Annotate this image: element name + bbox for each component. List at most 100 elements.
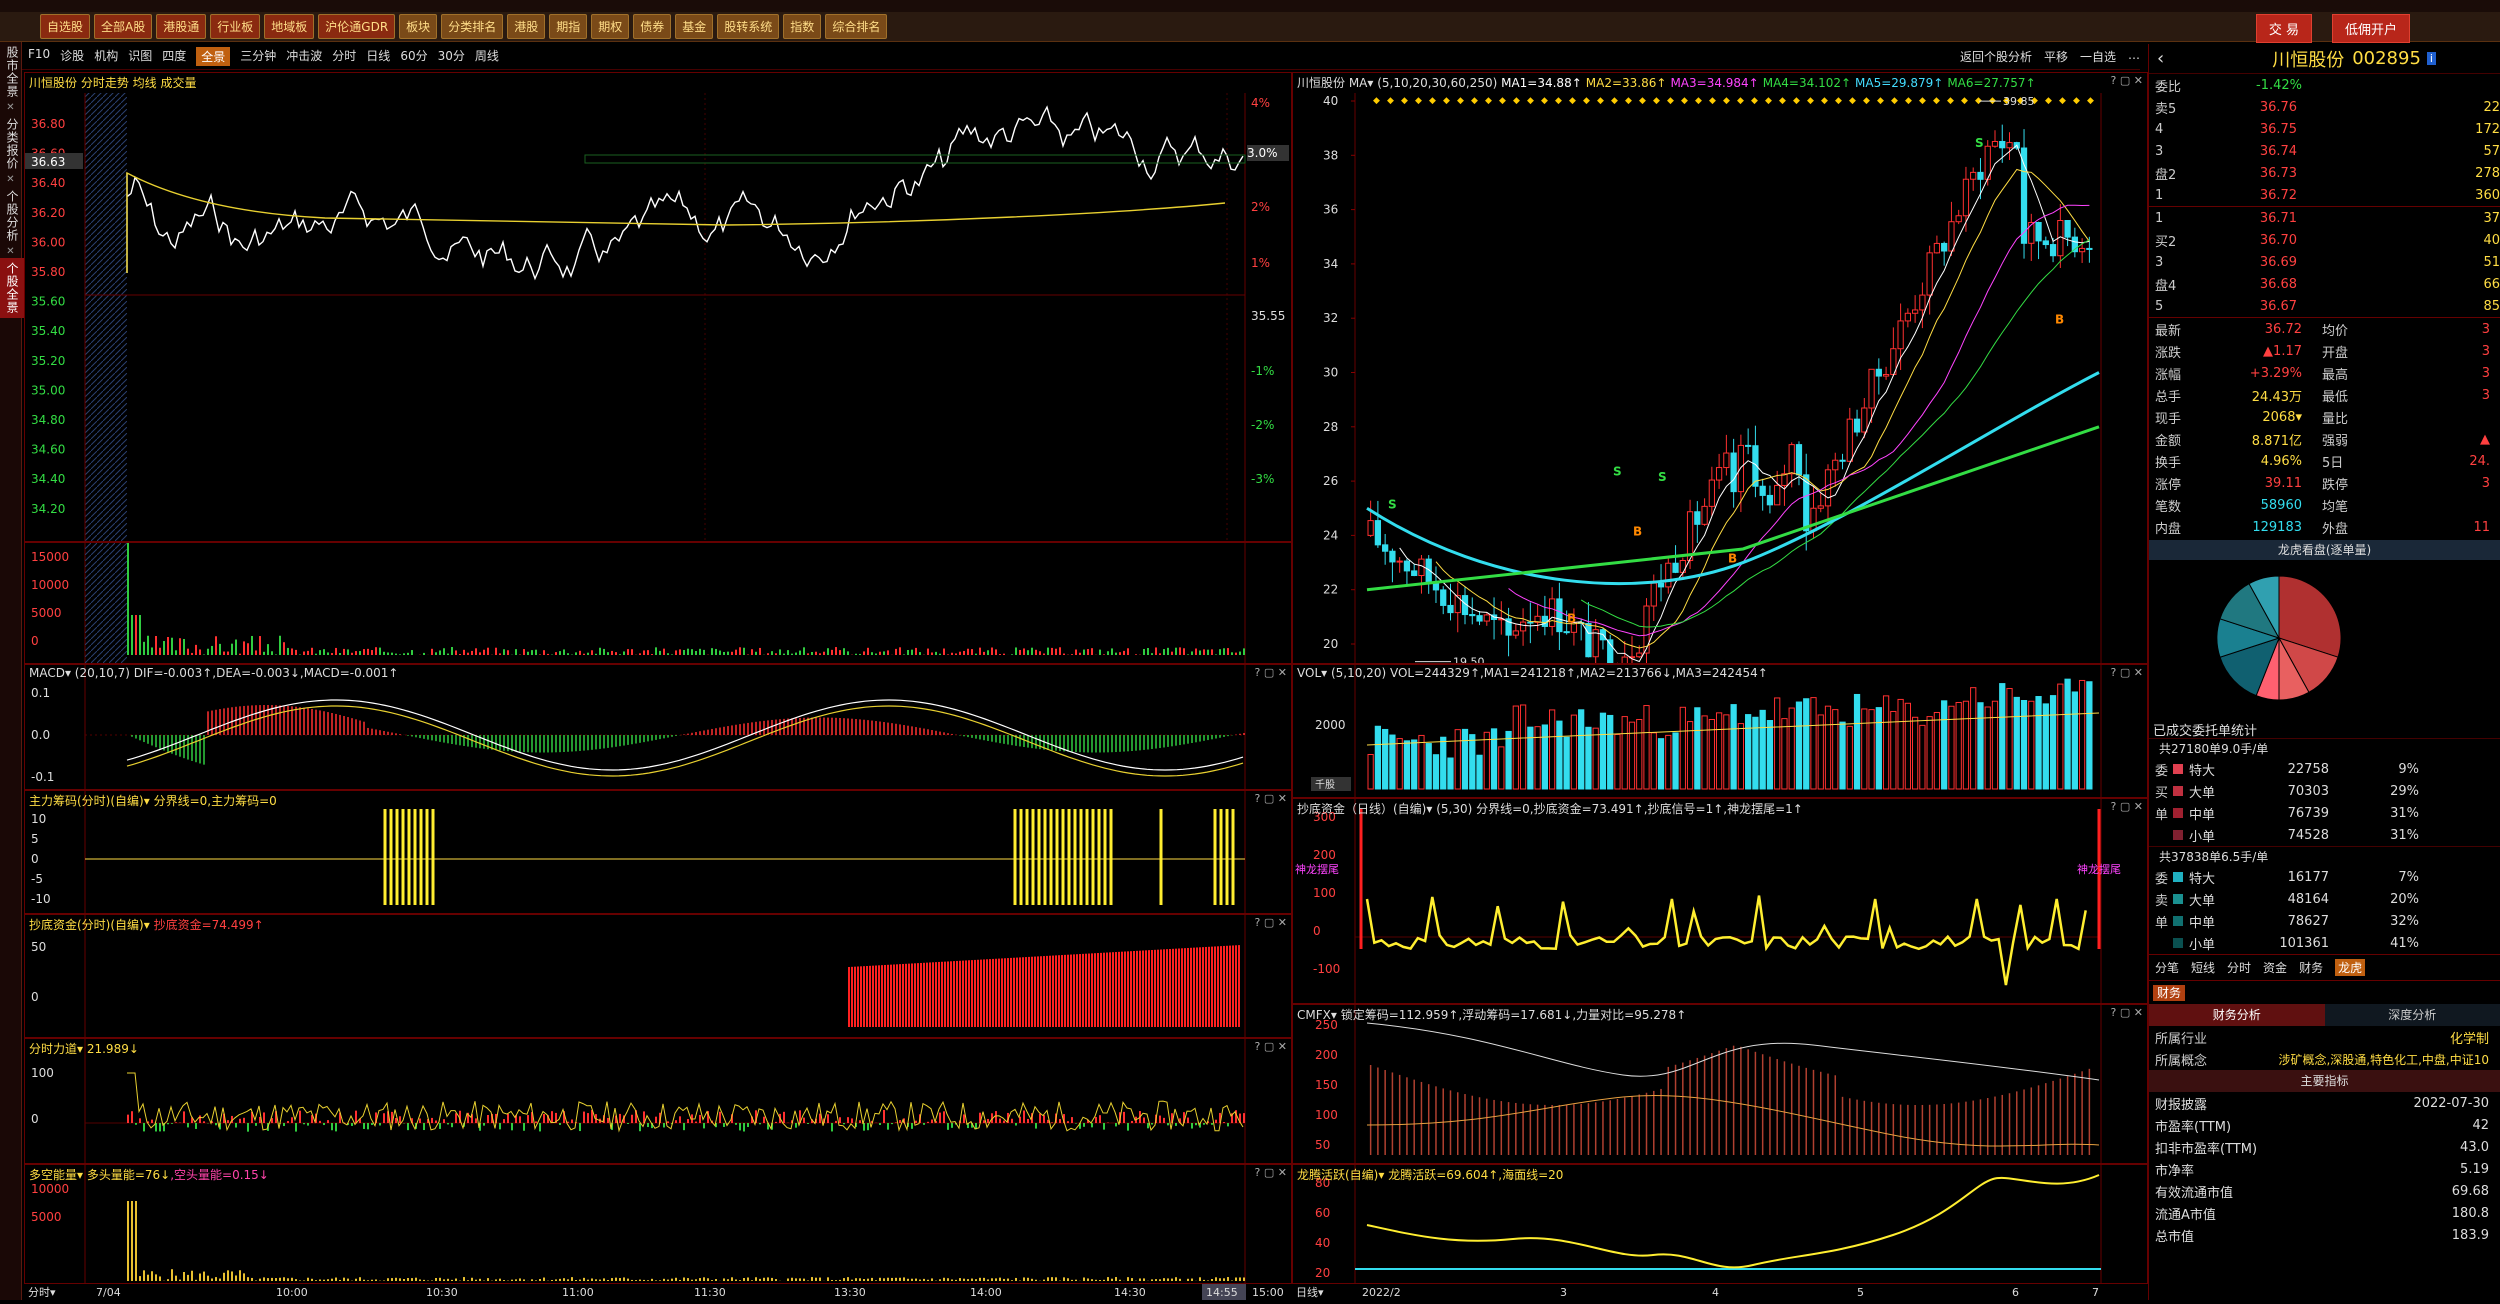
leftnav-tab[interactable]: 分类报价 bbox=[0, 114, 24, 174]
price-axis-label: 36.20 bbox=[31, 206, 65, 220]
candle bbox=[1477, 616, 1482, 621]
subbar-item[interactable]: 周线 bbox=[475, 47, 499, 66]
open-account-button[interactable]: 低佣开户 bbox=[2332, 14, 2410, 43]
subbar-item[interactable]: 日线 bbox=[366, 47, 390, 66]
quote-tab[interactable]: 龙虎 bbox=[2335, 959, 2365, 976]
candle bbox=[1724, 453, 1729, 468]
candle bbox=[1876, 369, 1881, 376]
subbar-item[interactable]: 诊股 bbox=[60, 47, 84, 66]
multi-pane[interactable]: 多空能量▾ 多头量能=76↓,空头量能=0.15↓ ? ▢ ✕ 10000500… bbox=[24, 1164, 1292, 1284]
deep-analysis-tab[interactable]: 深度分析 bbox=[2325, 1004, 2500, 1026]
buy-total: 共27180单9.0手/单 bbox=[2149, 738, 2500, 758]
toolbar-item[interactable]: 债券 bbox=[633, 14, 671, 39]
pane-controls[interactable]: ? ▢ ✕ bbox=[1255, 792, 1287, 805]
order-volume: 360 bbox=[2297, 188, 2500, 203]
subbar-right-item[interactable]: 返回个股分析 bbox=[1960, 48, 2032, 65]
order-price: 36.70 bbox=[2205, 233, 2297, 248]
toolbar-item[interactable]: 分类排名 bbox=[441, 14, 503, 39]
kvol-bar bbox=[1869, 710, 1874, 789]
main-chip-pane[interactable]: 主力筹码(分时)(自编)▾ 分界线=0,主力筹码=0 ? ▢ ✕ 1050-5-… bbox=[24, 790, 1292, 914]
subbar-item[interactable]: 60分 bbox=[400, 47, 427, 66]
fin-analysis-tab[interactable]: 财务分析 bbox=[2149, 1004, 2325, 1026]
order-volume: 22 bbox=[2297, 100, 2500, 115]
subbar-item[interactable]: 30分 bbox=[438, 47, 465, 66]
bottom-fund-pane[interactable]: 抄底资金(分时)(自编)▾ 抄底资金=74.499↑ ? ▢ ✕ 500 bbox=[24, 914, 1292, 1038]
subbar-item[interactable]: 冲击波 bbox=[286, 47, 322, 66]
toolbar-item[interactable]: 综合排名 bbox=[825, 14, 887, 39]
entrust-volume: 76739 bbox=[2249, 806, 2329, 821]
leftnav-tab[interactable]: 股市全景 bbox=[0, 42, 24, 102]
intraday-chart[interactable]: 川恒股份 分时走势 均线 成交量 36.8036.6036.4036.2036.… bbox=[24, 72, 1292, 542]
toolbar-item[interactable]: 期权 bbox=[591, 14, 629, 39]
kvol-bar bbox=[2087, 682, 2092, 789]
toolbar-item[interactable]: 港股通 bbox=[156, 14, 206, 39]
pane-controls[interactable]: ? ▢ ✕ bbox=[2111, 74, 2143, 87]
signal-marker: ◆ bbox=[1429, 96, 1436, 106]
fin-tab[interactable]: 财务 bbox=[2149, 980, 2500, 1004]
stat-value: 4.96% bbox=[2207, 454, 2302, 469]
kline-volume[interactable]: VOL▾ (5,10,20) VOL=244329↑,MA1=241218↑,M… bbox=[1292, 664, 2148, 798]
toolbar-item[interactable]: 股转系统 bbox=[717, 14, 779, 39]
info-icon[interactable]: i bbox=[2427, 52, 2436, 65]
leftnav-tab[interactable]: 个股分析 bbox=[0, 186, 24, 246]
subbar-right-item[interactable]: 一自选 bbox=[2080, 48, 2116, 65]
toolbar-item[interactable]: 沪伦通GDR bbox=[318, 14, 395, 39]
quote-tab[interactable]: 分笔 bbox=[2155, 959, 2179, 976]
kline-bottom-fund[interactable]: 抄底资金（日线）(自编)▾ (5,30) 分界线=0,抄底资金=73.491↑,… bbox=[1292, 798, 2148, 1004]
toolbar-item[interactable]: 板块 bbox=[399, 14, 437, 39]
pane-controls[interactable]: ? ▢ ✕ bbox=[1255, 916, 1287, 929]
macd-pane[interactable]: MACD▾ (20,10,7) DIF=-0.003↑,DEA=-0.003↓,… bbox=[24, 664, 1292, 790]
trade-button[interactable]: 交 易 bbox=[2256, 14, 2312, 43]
subbar-item[interactable]: 全景 bbox=[196, 47, 230, 66]
close-icon[interactable]: ✕ bbox=[0, 102, 21, 114]
toolbar-item[interactable]: 港股 bbox=[507, 14, 545, 39]
kline-chart[interactable]: 川恒股份 MA▾ (5,10,20,30,60,250) MA1=34.88↑M… bbox=[1292, 72, 2148, 664]
cmfx-pane[interactable]: CMFX▾ 锁定筹码=112.959↑,浮动筹码=17.681↓,力量对比=95… bbox=[1292, 1004, 2148, 1164]
subbar-right-item[interactable]: … bbox=[2128, 48, 2140, 65]
kvol-bar bbox=[1506, 731, 1511, 789]
force-pane[interactable]: 分时力道▾ 21.989↓ ? ▢ ✕ 1000 bbox=[24, 1038, 1292, 1164]
candle bbox=[1833, 460, 1838, 470]
dragon-pane[interactable]: 龙腾活跃(自编)▾ 龙腾活跃=69.604↑,海面线=20 80604020 bbox=[1292, 1164, 2148, 1284]
toolbar-item[interactable]: 基金 bbox=[675, 14, 713, 39]
fin-label: 市盈率(TTM) bbox=[2149, 1116, 2329, 1135]
pane-controls[interactable]: ? ▢ ✕ bbox=[1255, 1166, 1287, 1179]
toolbar-item[interactable]: 自选股 bbox=[40, 14, 90, 39]
toolbar-item[interactable]: 行业板 bbox=[210, 14, 260, 39]
quote-tab[interactable]: 分时 bbox=[2227, 959, 2251, 976]
subbar-right-item[interactable]: 平移 bbox=[2044, 48, 2068, 65]
kvol-bar bbox=[1550, 710, 1555, 789]
subbar-item[interactable]: 识图 bbox=[128, 47, 152, 66]
quote-tab[interactable]: 财务 bbox=[2299, 959, 2323, 976]
subbar-item[interactable]: 机构 bbox=[94, 47, 118, 66]
pane-controls[interactable]: ? ▢ ✕ bbox=[2111, 666, 2143, 679]
chip-axis-label: 5 bbox=[31, 832, 39, 846]
buy-signal: B bbox=[1728, 552, 1737, 566]
pane-controls[interactable]: ? ▢ ✕ bbox=[2111, 1006, 2143, 1019]
fund-axis-label: 0 bbox=[31, 990, 39, 1004]
toolbar-item[interactable]: 全部A股 bbox=[94, 14, 152, 39]
pane-controls[interactable]: ? ▢ ✕ bbox=[1255, 1040, 1287, 1053]
quote-tab[interactable]: 短线 bbox=[2191, 959, 2215, 976]
leftnav-tab[interactable]: 个股全景 bbox=[0, 258, 24, 318]
toolbar-item[interactable]: 期指 bbox=[549, 14, 587, 39]
close-icon[interactable]: ✕ bbox=[0, 246, 21, 258]
pane-controls[interactable]: ? ▢ ✕ bbox=[1255, 666, 1287, 679]
kvol-bar bbox=[1608, 715, 1613, 789]
back-icon[interactable]: ‹ bbox=[2149, 48, 2172, 69]
quote-tab[interactable]: 资金 bbox=[2263, 959, 2287, 976]
fin-row: 市净率5.19 bbox=[2149, 1158, 2500, 1180]
stat-value: 11 bbox=[2360, 520, 2490, 535]
subbar-item[interactable]: 三分钟 bbox=[240, 47, 276, 66]
toolbar-item[interactable]: 地域板 bbox=[264, 14, 314, 39]
toolbar-item[interactable]: 指数 bbox=[783, 14, 821, 39]
pane-controls[interactable]: ? ▢ ✕ bbox=[2111, 800, 2143, 813]
subbar-item[interactable]: 分时 bbox=[332, 47, 356, 66]
fin-value: 2022-07-30 bbox=[2329, 1096, 2489, 1111]
subbar-item[interactable]: F10 bbox=[28, 47, 50, 66]
subbar-item[interactable]: 四度 bbox=[162, 47, 186, 66]
close-icon[interactable]: ✕ bbox=[0, 174, 21, 186]
time-axis-label: 14:55 bbox=[1206, 1286, 1238, 1299]
price-axis-label: 35.00 bbox=[31, 383, 65, 397]
order-volume: 57 bbox=[2297, 144, 2500, 159]
